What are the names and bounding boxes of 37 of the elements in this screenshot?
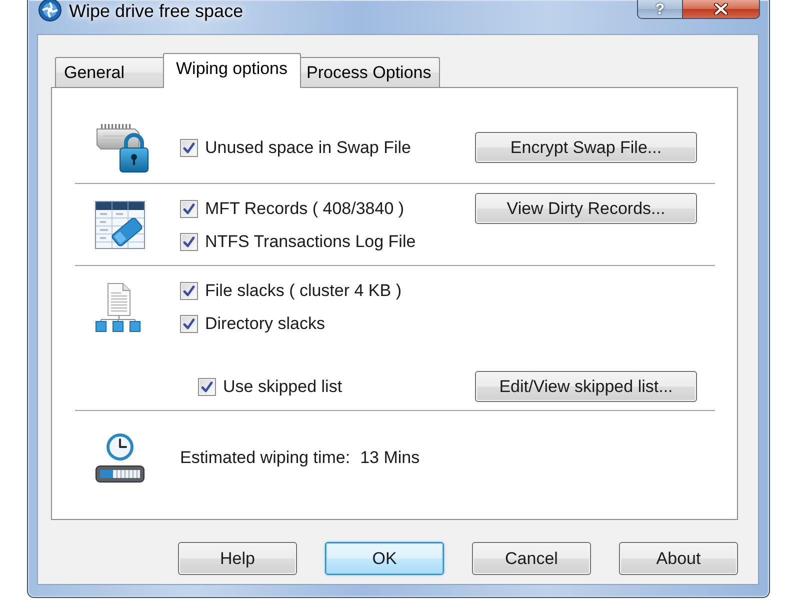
window-title: Wipe drive free space: [69, 0, 244, 22]
aperture-icon: [38, 0, 62, 22]
checkbox[interactable]: [180, 138, 198, 156]
chip-lock-icon: [95, 122, 149, 172]
tab[interactable]: Wiping options: [163, 53, 301, 88]
checkmark-icon: [183, 284, 195, 296]
estimate-value: 13 Mins: [360, 448, 420, 468]
ok-button[interactable]: OK: [325, 542, 444, 575]
about-button[interactable]: About: [619, 542, 738, 575]
checkbox-label[interactable]: MFT Records ( 408/3840 ): [205, 198, 404, 218]
checkmark-icon: [183, 318, 195, 330]
clock-drive-icon: [95, 432, 145, 482]
checkbox[interactable]: [180, 200, 198, 218]
checkbox[interactable]: [198, 378, 216, 396]
checkbox-label[interactable]: NTFS Transactions Log File: [205, 232, 416, 252]
estimate-label: Estimated wiping time:: [180, 448, 350, 468]
close-button[interactable]: [683, 0, 760, 19]
checkbox-label[interactable]: Use skipped list: [223, 376, 342, 396]
checkbox[interactable]: [180, 282, 198, 300]
checkmark-icon: [183, 142, 195, 154]
edit-skipped-list-button[interactable]: Edit/View skipped list...: [475, 371, 697, 402]
cancel-button[interactable]: Cancel: [472, 542, 591, 575]
encrypt-swap-button[interactable]: Encrypt Swap File...: [475, 132, 697, 163]
checkbox[interactable]: [180, 314, 198, 332]
document-blocks-icon: [95, 282, 141, 332]
checkbox[interactable]: [180, 232, 198, 250]
close-icon: [714, 3, 728, 15]
checkmark-icon: [183, 236, 195, 248]
checkbox-label[interactable]: Unused space in Swap File: [205, 138, 412, 158]
checkmark-icon: [183, 202, 195, 214]
checkbox-label[interactable]: File slacks ( cluster 4 KB ): [205, 280, 402, 300]
checkmark-icon: [201, 380, 213, 392]
checkbox-label[interactable]: Directory slacks: [205, 314, 325, 334]
view-records-button[interactable]: View Dirty Records...: [475, 193, 697, 224]
tab[interactable]: General: [55, 57, 165, 87]
help-button[interactable]: Help: [178, 542, 297, 575]
table-eraser-icon: [95, 201, 145, 249]
